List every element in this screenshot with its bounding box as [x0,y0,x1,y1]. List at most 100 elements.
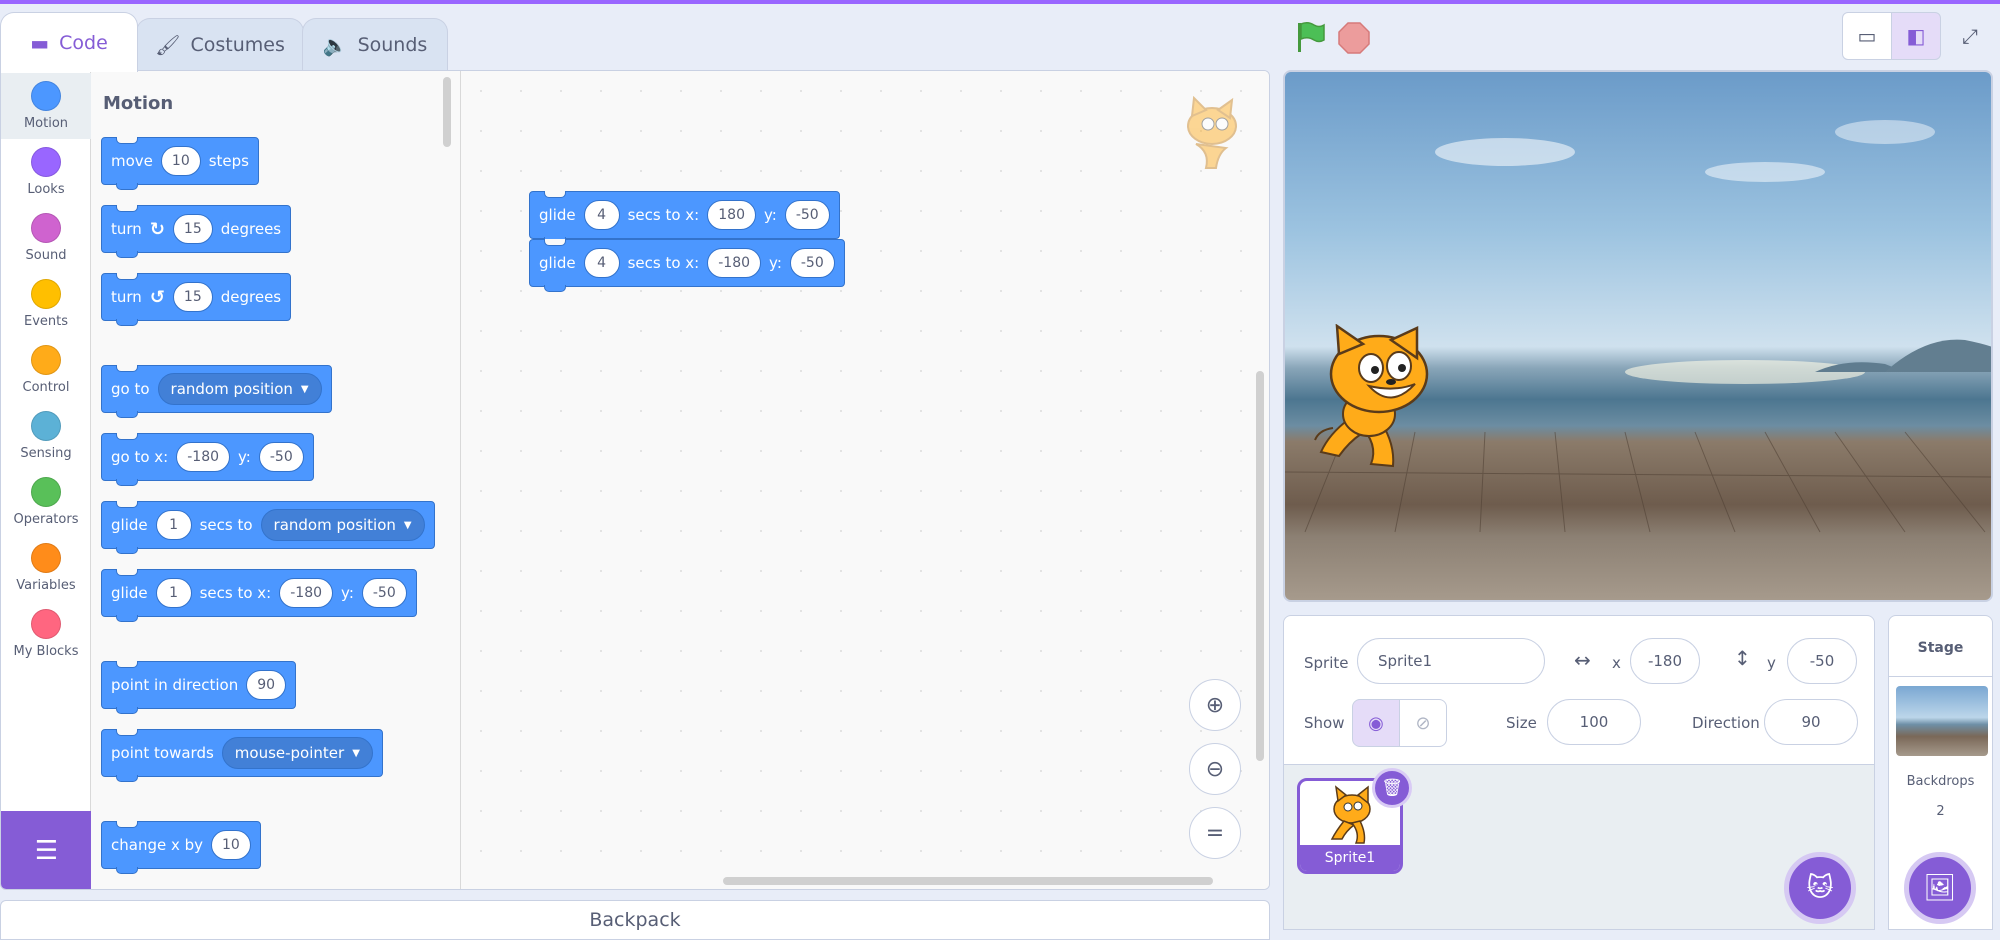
y-input[interactable]: -50 [361,578,407,608]
y-input[interactable]: -50 [258,442,304,472]
show-label: Show [1304,714,1345,732]
zoom-in-button[interactable]: ⊕ [1189,679,1241,731]
category-variables[interactable]: Variables [1,535,91,601]
block-text: y: [763,206,777,224]
tab-costumes[interactable]: 🖌 Costumes [136,18,304,70]
stage-canvas[interactable] [1283,70,1993,602]
delete-sprite-button[interactable]: 🗑 [1372,768,1412,808]
tab-code[interactable]: ▬ Code [0,12,138,72]
dropdown-value: mouse-pointer [234,744,345,762]
category-label: Looks [27,182,65,197]
cat-sprite-icon[interactable] [1299,324,1444,474]
fullscreen-button[interactable]: ⤢ [1945,12,1995,60]
category-operators[interactable]: Operators [1,469,91,535]
turn-left-block[interactable]: turn ↺ 15 degrees [101,273,292,326]
glide-to-block[interactable]: glide 1 secs to random position ▼ [101,501,435,554]
category-events[interactable]: Events [1,271,91,337]
small-stage-button[interactable]: ▭ [1842,12,1892,60]
y-input[interactable]: -50 [789,248,835,278]
go-to-xy-block[interactable]: go to x: -180 y: -50 [101,433,314,486]
y-position-input[interactable]: -50 [1787,638,1857,684]
workspace-vertical-scrollbar[interactable] [1256,371,1264,761]
eye-icon: ◉ [1368,712,1384,734]
block-text: degrees [220,220,282,238]
speaker-icon: 🔈 [322,32,348,57]
sprite-watermark-icon [1187,96,1237,169]
y-value: -50 [1809,652,1835,670]
point-in-direction-block[interactable]: point in direction 90 [101,661,297,714]
x-position-input[interactable]: -180 [1630,638,1700,684]
zoom-in-icon: ⊕ [1205,692,1225,718]
degrees-input[interactable]: 15 [172,282,213,312]
zoom-reset-button[interactable]: = [1189,807,1241,859]
direction-input[interactable]: 90 [1764,699,1858,745]
category-control[interactable]: Control [1,337,91,403]
secs-input[interactable]: 4 [583,200,620,230]
block-text: point towards [111,744,214,762]
direction-label: Direction [1692,714,1760,732]
y-input[interactable]: -50 [784,200,830,230]
direction-input[interactable]: 90 [246,670,287,700]
caret-down-icon: ▼ [300,383,309,395]
secs-input[interactable]: 1 [155,578,192,608]
category-sound[interactable]: Sound [1,205,91,271]
glide-xy-script-block-1[interactable]: glide 4 secs to x: 180 y: -50 [529,191,840,244]
caret-down-icon: ▼ [403,519,412,531]
code-icon: ▬ [30,30,50,55]
tab-costumes-label: Costumes [190,33,285,56]
block-text: secs to x: [199,584,272,602]
stage-divider [1889,676,1992,677]
category-looks[interactable]: Looks [1,139,91,205]
point-towards-block[interactable]: point towards mouse-pointer ▼ [101,729,383,782]
show-visible-button[interactable]: ◉ [1352,699,1400,747]
show-hidden-button[interactable]: ⊘ [1399,699,1447,747]
tab-sounds[interactable]: 🔈 Sounds [302,18,448,70]
sprite-name-input[interactable]: Sprite1 [1357,638,1545,684]
change-x-input[interactable]: 10 [211,830,251,860]
brush-icon: 🖌 [155,32,181,57]
category-label: My Blocks [13,644,79,659]
green-flag-icon[interactable] [1292,20,1326,54]
steps-input[interactable]: 10 [160,146,201,176]
category-label: Variables [16,578,76,593]
zoom-out-button[interactable]: ⊖ [1189,743,1241,795]
block-text: point in direction [111,676,239,694]
script-workspace[interactable]: glide 4 secs to x: 180 y: -50 glide 4 se… [461,71,1269,889]
stop-icon[interactable] [1338,22,1370,54]
choose-backdrop-button[interactable]: 🖼 [1904,852,1976,924]
y-label: y [1767,654,1776,672]
x-input[interactable]: -180 [279,578,334,608]
glide-xy-block[interactable]: glide 1 secs to x: -180 y: -50 [101,569,417,622]
secs-input[interactable]: 4 [583,248,620,278]
glide-xy-script-block-2[interactable]: glide 4 secs to x: -180 y: -50 [529,239,845,292]
palette-scrollbar[interactable] [443,77,451,147]
x-label: x [1612,654,1621,672]
towards-target-dropdown[interactable]: mouse-pointer ▼ [221,737,373,769]
motion-dot-icon [31,81,61,111]
x-input[interactable]: 180 [707,200,756,230]
go-to-block[interactable]: go to random position ▼ [101,365,332,418]
backdrop-thumbnail[interactable] [1896,686,1988,756]
backpack-header[interactable]: Backpack [0,900,1270,940]
looks-dot-icon [31,147,61,177]
glide-target-dropdown[interactable]: random position ▼ [260,509,425,541]
change-x-block[interactable]: change x by 10 [101,821,261,874]
size-input[interactable]: 100 [1547,699,1641,745]
x-arrows-icon: ↔ [1574,648,1591,672]
choose-sprite-button[interactable]: 🐱 [1784,852,1856,924]
secs-input[interactable]: 1 [155,510,192,540]
workspace-horizontal-scrollbar[interactable] [723,877,1213,885]
add-extension-button[interactable]: ☰ [1,811,92,889]
category-motion[interactable]: Motion [1,73,91,139]
goto-target-dropdown[interactable]: random position ▼ [157,373,322,405]
degrees-input[interactable]: 15 [172,214,213,244]
normal-stage-button[interactable]: ◧ [1891,12,1941,60]
tab-sounds-label: Sounds [357,33,428,56]
category-sensing[interactable]: Sensing [1,403,91,469]
x-input[interactable]: -180 [176,442,231,472]
turn-right-block[interactable]: turn ↻ 15 degrees [101,205,292,258]
sensing-dot-icon [31,411,61,441]
category-my-blocks[interactable]: My Blocks [1,601,91,667]
move-steps-block[interactable]: move 10 steps [101,137,259,190]
x-input[interactable]: -180 [707,248,762,278]
